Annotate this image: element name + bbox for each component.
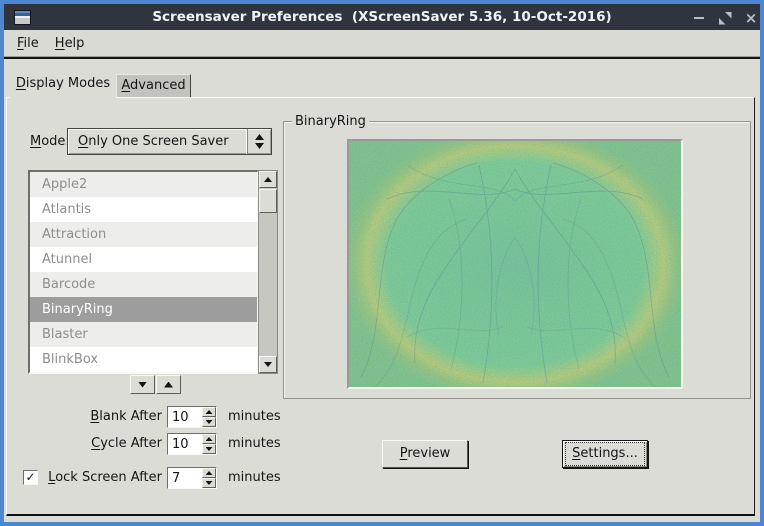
arrow-down-icon <box>264 362 272 367</box>
maximize-button[interactable] <box>714 8 736 28</box>
blank-after-spinbox <box>167 406 217 428</box>
cycle-after-unit: minutes <box>228 433 281 455</box>
minimize-icon <box>694 17 704 19</box>
lock-after-input[interactable] <box>168 468 202 488</box>
combo-spinner-icon[interactable] <box>247 129 271 154</box>
preview-scribbles <box>349 141 681 387</box>
titlebar[interactable]: Screensaver Preferences (XScreenSaver 5.… <box>4 4 760 30</box>
arrow-up-icon <box>206 471 213 475</box>
lock-after-spin-up[interactable] <box>202 468 216 478</box>
arrow-up-icon <box>164 382 173 388</box>
list-item[interactable]: Atunnel <box>30 247 257 272</box>
lock-after-spinbox <box>167 467 217 489</box>
tab-advanced[interactable]: Advanced <box>116 74 191 97</box>
arrow-up-icon <box>206 437 213 441</box>
cycle-after-input[interactable] <box>168 434 202 454</box>
list-item[interactable]: Attraction <box>30 222 257 247</box>
arrow-down-icon <box>206 447 213 451</box>
list-item[interactable]: Apple2 <box>30 172 257 197</box>
menu-item-help[interactable]: Help <box>52 34 88 53</box>
cycle-after-label: Cycle After <box>42 433 162 455</box>
mode-label: Mode: <box>30 129 70 154</box>
settings-button-label: Settings... <box>565 442 645 466</box>
lock-after-spin-down[interactable] <box>202 478 216 488</box>
menu-item-file[interactable]: File <box>14 34 42 53</box>
list-item-selected[interactable]: BinaryRing <box>30 297 257 322</box>
move-up-button[interactable] <box>156 375 181 394</box>
blank-after-label: Blank After <box>42 406 162 428</box>
lock-after-unit: minutes <box>228 467 281 489</box>
minimize-button[interactable] <box>688 8 710 28</box>
tab-display-modes[interactable]: Display Modes <box>10 71 116 98</box>
arrow-down-icon <box>206 420 213 424</box>
cycle-after-spinbox <box>167 433 217 455</box>
window: Screensaver Preferences (XScreenSaver 5.… <box>0 0 764 526</box>
arrow-down-icon <box>206 481 213 485</box>
scrollbar-thumb[interactable] <box>259 189 277 213</box>
preview-noise <box>349 141 681 387</box>
arrow-up-icon <box>264 177 272 182</box>
cycle-after-spin-down[interactable] <box>202 444 216 454</box>
mode-combobox[interactable]: Only One Screen Saver <box>67 128 272 155</box>
arrow-down-icon <box>138 382 147 388</box>
window-title: Screensaver Preferences (XScreenSaver 5.… <box>4 4 760 30</box>
close-button[interactable]: × <box>740 8 762 28</box>
list-item[interactable]: Blaster <box>30 322 257 347</box>
menubar-separator <box>4 57 760 59</box>
scroll-down-button[interactable] <box>259 356 277 373</box>
preview-button[interactable]: Preview <box>382 440 468 468</box>
lock-screen-after-label: Lock Screen After <box>40 467 162 489</box>
close-icon: × <box>745 11 758 26</box>
saver-list: Apple2 Atlantis Attraction Atunnel Barco… <box>28 170 259 374</box>
cycle-after-spin-up[interactable] <box>202 434 216 444</box>
arrow-up-icon <box>206 410 213 414</box>
scroll-up-button[interactable] <box>259 171 277 188</box>
mode-combobox-value: Only One Screen Saver <box>68 134 247 149</box>
maximize-icon <box>719 12 732 25</box>
blank-after-input[interactable] <box>168 407 202 427</box>
list-item[interactable]: Atlantis <box>30 197 257 222</box>
blank-after-spin-down[interactable] <box>202 417 216 427</box>
move-down-button[interactable] <box>130 375 155 394</box>
blank-after-spin-up[interactable] <box>202 407 216 417</box>
settings-button[interactable]: Settings... <box>562 440 648 468</box>
list-item[interactable]: Barcode <box>30 272 257 297</box>
blank-after-unit: minutes <box>228 406 281 428</box>
preview-image <box>347 139 683 389</box>
preview-frame-title: BinaryRing <box>292 114 369 129</box>
list-item[interactable]: BlinkBox <box>30 347 257 372</box>
menubar: File Help <box>4 30 760 56</box>
lock-screen-checkbox[interactable]: ✓ <box>23 470 38 485</box>
check-icon: ✓ <box>25 471 35 483</box>
list-scrollbar[interactable] <box>258 170 278 374</box>
